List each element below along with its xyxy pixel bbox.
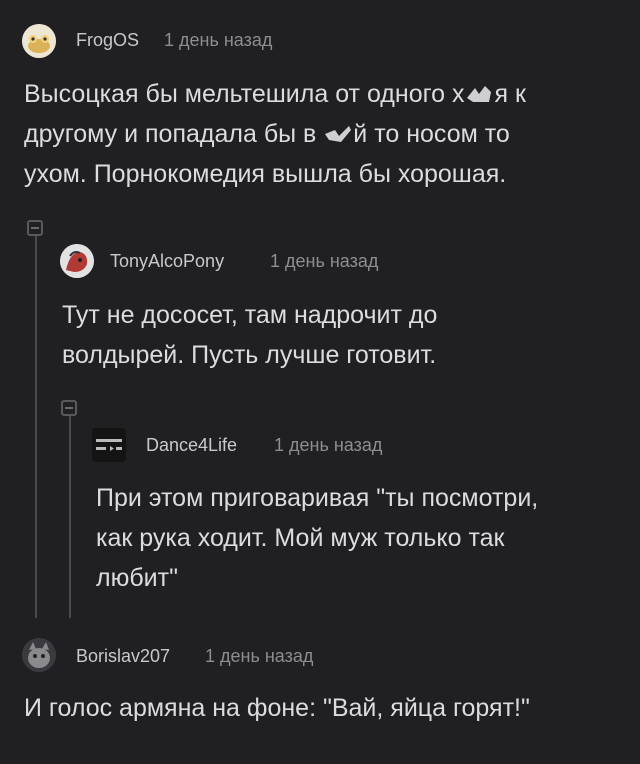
- frog-avatar-icon: [22, 24, 56, 58]
- comment-author[interactable]: TonyAlcoPony: [110, 251, 224, 272]
- pony-avatar-icon: [60, 244, 94, 278]
- comment-timestamp: 1 день назад: [205, 646, 314, 666]
- comment-text: Высоцкая бы мельтешила от одного хя к др…: [24, 80, 526, 188]
- avatar[interactable]: [22, 24, 56, 58]
- censored-word-icon: [325, 126, 352, 142]
- collapse-thread-button[interactable]: [61, 400, 77, 416]
- cat-avatar-icon: [22, 638, 56, 672]
- avatar[interactable]: [60, 244, 94, 278]
- depeche-mode-avatar-icon: [92, 428, 126, 462]
- comment-author[interactable]: Dance4Life: [146, 435, 237, 456]
- comment-text: Тут не дососет, там надрочит до волдырей…: [62, 301, 438, 369]
- censored-word-icon: [466, 86, 491, 102]
- comment-timestamp: 1 день назад: [270, 251, 379, 271]
- comment-author[interactable]: Borislav207: [76, 646, 170, 667]
- thread-line-level2: [69, 412, 71, 618]
- comment-timestamp: 1 день назад: [164, 30, 273, 50]
- comment-text: При этом приговаривая "ты посмотри, как …: [96, 484, 539, 592]
- avatar[interactable]: [22, 638, 56, 672]
- comment-text: И голос армяна на фоне: "Вай, яйца горят…: [24, 694, 530, 722]
- comment-author[interactable]: FrogOS: [76, 30, 139, 51]
- comment-timestamp: 1 день назад: [274, 435, 383, 455]
- avatar[interactable]: [92, 428, 126, 462]
- thread-line-level1: [35, 236, 37, 618]
- bottom-fade: [0, 734, 640, 764]
- collapse-thread-button[interactable]: [27, 220, 43, 236]
